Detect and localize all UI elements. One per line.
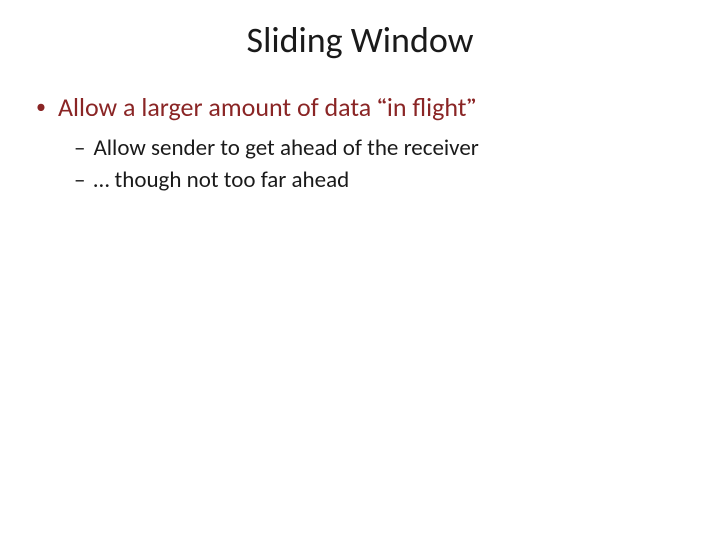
bullet-item: • Allow a larger amount of data “in flig… <box>36 90 690 125</box>
bullet-list-level-1: • Allow a larger amount of data “in flig… <box>36 90 690 125</box>
dash-marker-icon: – <box>74 133 85 163</box>
bullet-text-prefix: Allow a larger amount of data <box>58 91 377 123</box>
bullet-text: Allow sender to get ahead of the receive… <box>93 133 478 163</box>
slide-container: Sliding Window • Allow a larger amount o… <box>0 0 720 540</box>
slide-title: Sliding Window <box>120 18 600 62</box>
bullet-text: Allow a larger amount of data “in flight… <box>58 90 476 125</box>
bullet-item: – … though not too far ahead <box>74 165 690 195</box>
bullet-list-level-2: – Allow sender to get ahead of the recei… <box>74 133 690 195</box>
bullet-text-quoted: in flight <box>387 91 467 123</box>
quote-close: ” <box>466 93 476 123</box>
dash-marker-icon: – <box>74 165 85 195</box>
bullet-text: … though not too far ahead <box>93 165 349 195</box>
bullet-item: – Allow sender to get ahead of the recei… <box>74 133 690 163</box>
quote-open: “ <box>377 93 387 123</box>
bullet-marker-icon: • <box>36 90 46 124</box>
